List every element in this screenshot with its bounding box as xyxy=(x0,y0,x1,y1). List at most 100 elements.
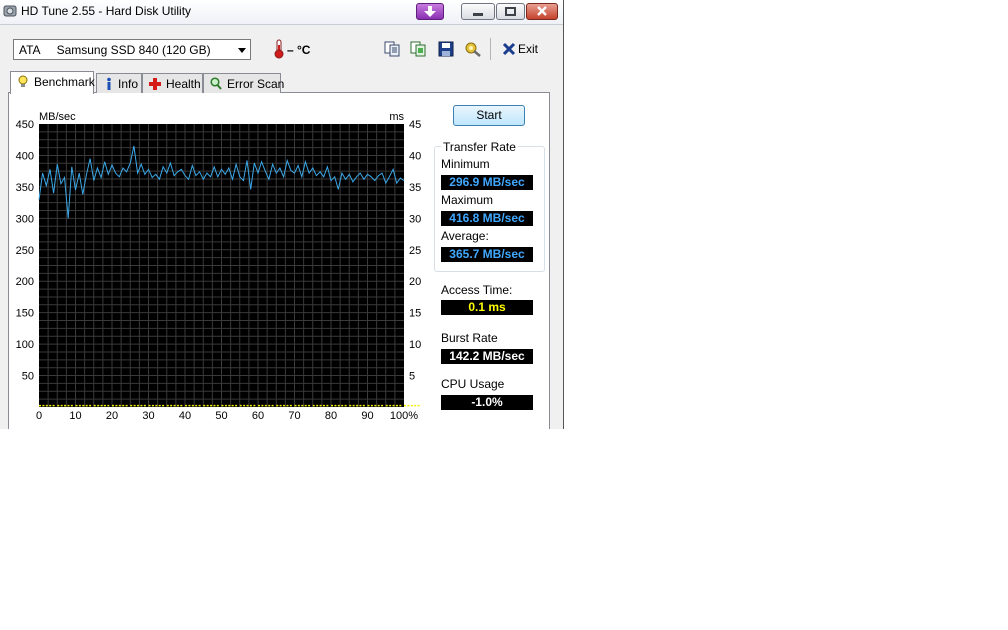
y-tick-left-label: 150 xyxy=(16,308,34,320)
burst-rate-label: Burst Rate xyxy=(441,331,498,345)
x-tick-label: 40 xyxy=(179,410,191,422)
minimum-value: 296.9 MB/sec xyxy=(441,175,533,190)
burst-rate-value: 142.2 MB/sec xyxy=(441,349,533,364)
access-time-point xyxy=(367,404,370,407)
y-tick-right-label: 20 xyxy=(409,276,421,288)
access-time-point xyxy=(389,404,392,407)
y-tick-left-label: 300 xyxy=(16,213,34,225)
access-time-point xyxy=(407,404,410,407)
access-time-point xyxy=(224,404,227,407)
access-time-point xyxy=(112,404,114,407)
tab-benchmark[interactable]: Benchmark xyxy=(10,71,95,94)
access-time-point xyxy=(198,404,201,407)
access-time-point xyxy=(216,404,219,407)
access-time-point xyxy=(356,404,359,407)
x-tick-label: 0 xyxy=(36,410,42,422)
y-tick-right-label: 25 xyxy=(409,245,421,257)
access-time-point xyxy=(155,404,158,407)
access-time-point xyxy=(39,404,41,407)
access-time-point xyxy=(381,404,384,407)
chart-ylabel-right: ms xyxy=(389,111,404,123)
chart-ylabel-left: MB/sec xyxy=(39,111,76,123)
access-time-point xyxy=(271,404,274,407)
access-time-point xyxy=(374,404,377,407)
y-tick-right-label: 10 xyxy=(409,339,421,351)
app-window: HD Tune 2.55 - Hard Disk Utility ATA Sam… xyxy=(0,0,564,429)
access-time-point xyxy=(206,404,209,407)
access-time-point xyxy=(392,404,395,407)
access-time-point xyxy=(312,404,315,407)
access-time-point xyxy=(115,404,118,407)
cpu-usage-value: -1.0% xyxy=(441,395,533,410)
access-time-point xyxy=(60,404,63,407)
access-time-point xyxy=(130,404,133,407)
access-time-point xyxy=(57,404,60,407)
y-tick-left-label: 200 xyxy=(16,276,34,288)
access-time-point xyxy=(228,404,231,407)
access-time-point xyxy=(185,404,187,407)
access-time-point xyxy=(294,404,297,407)
y-tick-left-label: 250 xyxy=(16,245,34,257)
transfer-rate-title: Transfer Rate xyxy=(441,140,518,154)
access-time-point xyxy=(82,404,85,407)
access-time-point xyxy=(414,404,417,407)
access-time-point xyxy=(45,404,48,407)
x-tick-label: 90 xyxy=(361,410,373,422)
access-time-point xyxy=(203,404,206,407)
access-time-point xyxy=(170,404,173,407)
access-time-point xyxy=(399,404,402,407)
access-time-value: 0.1 ms xyxy=(441,300,533,315)
x-tick-label: 30 xyxy=(142,410,154,422)
access-time-point xyxy=(158,404,161,407)
x-tick-label: 10 xyxy=(69,410,81,422)
x-tick-label: 70 xyxy=(288,410,300,422)
y-tick-right-label: 30 xyxy=(409,213,421,225)
chart-grid xyxy=(39,124,404,407)
access-time-point xyxy=(75,404,78,407)
access-time-point xyxy=(122,404,125,407)
x-tick-label: 80 xyxy=(325,410,337,422)
access-time-point xyxy=(261,404,264,407)
access-time-point xyxy=(352,404,355,407)
access-time-point xyxy=(283,404,286,407)
access-time-point xyxy=(239,404,242,407)
access-time-point xyxy=(319,404,322,407)
start-button-label: Start xyxy=(476,108,502,122)
access-time-point xyxy=(308,404,311,407)
access-time-point xyxy=(67,404,70,407)
access-time-point xyxy=(410,404,413,407)
access-time-point xyxy=(258,404,260,407)
y-tick-right-label: 45 xyxy=(409,119,421,131)
cpu-usage-label: CPU Usage xyxy=(441,377,505,391)
access-time-point xyxy=(166,404,169,407)
access-time-point xyxy=(243,404,246,407)
access-time-point xyxy=(326,404,329,407)
y-tick-right-label: 40 xyxy=(409,150,421,162)
start-button[interactable]: Start xyxy=(453,105,525,126)
access-time-point xyxy=(377,404,380,407)
access-time-point xyxy=(362,404,365,407)
access-time-point xyxy=(210,404,213,407)
x-tick-label: 60 xyxy=(252,410,264,422)
access-time-point xyxy=(107,404,110,407)
access-time-point xyxy=(89,404,92,407)
access-time-point xyxy=(268,404,271,407)
y-tick-right-label: 35 xyxy=(409,182,421,194)
access-time-point xyxy=(334,404,337,407)
access-time-point xyxy=(78,404,81,407)
average-value: 365.7 MB/sec xyxy=(441,247,533,262)
maximum-label: Maximum xyxy=(441,193,494,207)
y-tick-right-label: 15 xyxy=(409,308,421,320)
access-time-point xyxy=(125,404,128,407)
access-time-point xyxy=(64,404,67,407)
access-time-point xyxy=(162,404,165,407)
y-tick-left-label: 50 xyxy=(22,371,34,383)
access-time-point xyxy=(148,404,151,407)
access-time-point xyxy=(359,404,362,407)
access-time-point xyxy=(151,404,154,407)
access-time-point xyxy=(249,404,252,407)
access-time-point xyxy=(100,404,103,407)
access-time-point xyxy=(279,404,282,407)
access-time-point xyxy=(395,404,398,407)
access-time-point xyxy=(140,404,143,407)
